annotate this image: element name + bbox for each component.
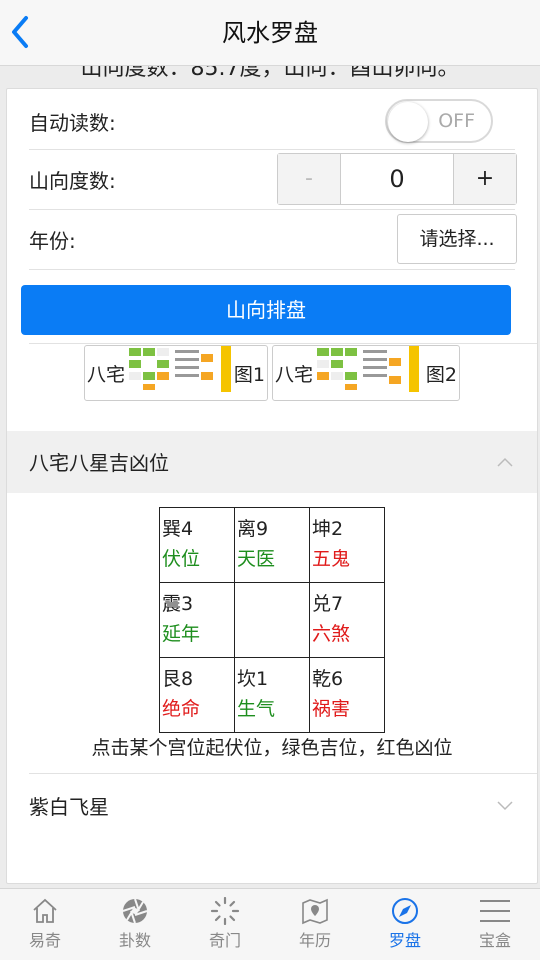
decrement-button[interactable]: - xyxy=(278,154,340,204)
divider xyxy=(29,773,537,774)
thumbnail-prefix: 八宅 xyxy=(275,364,314,386)
spinner-icon xyxy=(210,897,240,925)
star-name: 祸害 xyxy=(312,698,351,720)
degree-label: 山向度数: xyxy=(29,169,116,193)
toggle-state-text: OFF xyxy=(438,110,475,132)
tab-guashu[interactable]: 卦数 xyxy=(90,889,180,960)
bottom-tab-bar: 易奇 卦数 奇门 年历 罗盘 宝盒 xyxy=(0,888,540,960)
palace-name: 坎1 xyxy=(237,668,269,690)
home-icon xyxy=(33,898,57,923)
palace-cell-center xyxy=(234,582,310,658)
compass-icon xyxy=(392,898,418,924)
palace-cell-kan[interactable]: 坎1 生气 xyxy=(234,657,310,733)
year-select[interactable]: 请选择... xyxy=(397,214,517,264)
star-name: 五鬼 xyxy=(312,548,351,570)
tab-nianli[interactable]: 年历 xyxy=(270,889,360,960)
zibai-section-title[interactable]: 紫白飞星 xyxy=(29,791,109,820)
palace-cell-dui[interactable]: 兑7 六煞 xyxy=(309,582,385,658)
bazhai-grid: 巽4 伏位 离9 天医 坤2 五鬼 震3 延年 兑7 六煞 艮8 绝命 坎1 生气 乾6 祸害 xyxy=(159,507,385,733)
palace-name: 震3 xyxy=(162,593,194,615)
tab-yiqi[interactable]: 易奇 xyxy=(0,889,90,960)
palace-cell-kun[interactable]: 坤2 五鬼 xyxy=(309,507,385,583)
bazhai-section-header[interactable]: 八宅八星吉凶位 xyxy=(7,431,537,493)
main-panel: 自动读数: OFF 山向度数: - 0 + 年份: 请选择... 山向排盘 八宅… xyxy=(6,88,538,884)
star-name: 延年 xyxy=(162,623,201,645)
top-bar: 风水罗盘 xyxy=(0,0,540,66)
page-title: 风水罗盘 xyxy=(222,19,318,47)
palace-name: 艮8 xyxy=(162,668,194,690)
increment-button[interactable]: + xyxy=(454,154,516,204)
degree-input[interactable]: 0 xyxy=(340,154,454,204)
palace-cell-qian[interactable]: 乾6 祸害 xyxy=(309,657,385,733)
auto-read-toggle[interactable]: OFF xyxy=(385,99,493,143)
thumbnail-suffix: 图2 xyxy=(425,364,457,386)
divider xyxy=(29,343,537,344)
star-name: 天医 xyxy=(237,548,276,570)
thumbnail-suffix: 图1 xyxy=(233,364,265,386)
palace-cell-gen[interactable]: 艮8 绝命 xyxy=(159,657,235,733)
star-name: 生气 xyxy=(237,698,276,720)
tab-label: 奇门 xyxy=(208,931,241,950)
arrange-button[interactable]: 山向排盘 xyxy=(21,285,511,335)
degree-stepper: - 0 + xyxy=(277,153,517,205)
palace-name: 坤2 xyxy=(312,518,344,540)
tab-label: 年历 xyxy=(298,931,331,950)
star-name: 绝命 xyxy=(162,698,201,720)
auto-read-label: 自动读数: xyxy=(29,111,116,135)
tab-luopan[interactable]: 罗盘 xyxy=(360,889,450,960)
star-name: 六煞 xyxy=(312,623,351,645)
tab-label: 易奇 xyxy=(28,931,61,950)
divider xyxy=(29,149,515,150)
palace-cell-xun[interactable]: 巽4 伏位 xyxy=(159,507,235,583)
palace-cell-zhen[interactable]: 震3 延年 xyxy=(159,582,235,658)
tab-label: 卦数 xyxy=(118,931,151,950)
palace-name: 乾6 xyxy=(312,668,344,690)
year-label: 年份: xyxy=(29,229,76,253)
tab-label: 宝盒 xyxy=(478,931,511,950)
palace-name: 兑7 xyxy=(312,593,344,615)
chart-thumbnail-image xyxy=(315,346,423,392)
palace-name: 离9 xyxy=(237,518,269,540)
palace-name: 巽4 xyxy=(162,518,194,540)
chart-thumbnail-image xyxy=(127,346,235,392)
toggle-knob xyxy=(388,102,428,142)
aperture-icon xyxy=(122,898,148,924)
palace-cell-li[interactable]: 离9 天医 xyxy=(234,507,310,583)
tab-label: 罗盘 xyxy=(388,931,421,950)
bazhai-thumbnail-1[interactable]: 八宅 图1 xyxy=(84,345,268,401)
map-pin-icon xyxy=(302,898,328,925)
divider xyxy=(29,269,515,270)
grid-caption: 点击某个宫位起伏位，绿色吉位，红色凶位 xyxy=(91,737,453,759)
chevron-down-icon[interactable] xyxy=(497,801,513,811)
divider xyxy=(29,209,515,210)
chevron-up-icon xyxy=(497,457,513,467)
star-name: 伏位 xyxy=(162,548,201,570)
tab-baohe[interactable]: 宝盒 xyxy=(450,889,540,960)
tab-qimen[interactable]: 奇门 xyxy=(180,889,270,960)
menu-icon xyxy=(480,900,510,922)
thumbnail-prefix: 八宅 xyxy=(87,364,126,386)
bazhai-section-title: 八宅八星吉凶位 xyxy=(29,451,169,475)
bazhai-thumbnail-2[interactable]: 八宅 图2 xyxy=(272,345,460,401)
